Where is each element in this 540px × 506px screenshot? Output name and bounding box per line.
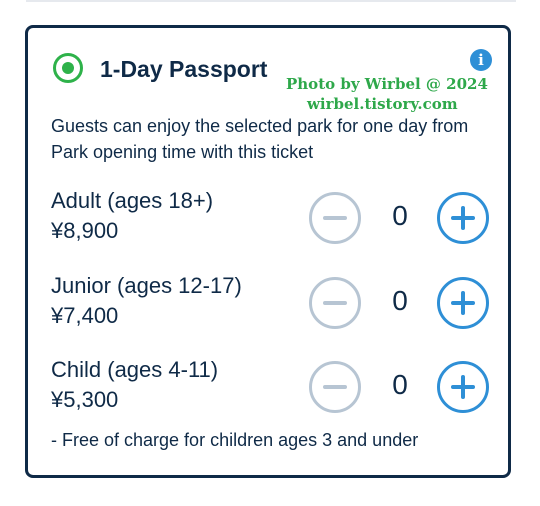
increment-button[interactable] [437,361,489,413]
plus-icon-vertical [461,375,465,399]
minus-icon [323,216,347,220]
ticket-row-child: Child (ages 4-11) ¥5,300 0 [28,357,508,427]
ticket-label: Junior (ages 12-17) [51,273,242,298]
ticket-price: ¥5,300 [51,387,119,412]
passport-title: 1-Day Passport [100,56,268,82]
ticket-label: Child (ages 4-11) [51,357,219,382]
increment-button[interactable] [437,277,489,329]
decrement-button[interactable] [309,277,361,329]
free-children-note: - Free of charge for children ages 3 and… [51,430,419,450]
plus-icon-vertical [461,206,465,230]
ticket-price: ¥7,400 [51,303,119,328]
increment-button[interactable] [437,192,489,244]
minus-icon [323,301,347,305]
ticket-label: Adult (ages 18+) [51,188,214,213]
top-divider [26,0,516,2]
passport-card[interactable]: 1-Day Passport i Photo by Wirbel @ 2024 … [25,25,511,478]
radio-selected-dot [62,62,74,74]
quantity-value: 0 [392,369,408,400]
watermark-line-1: Photo by Wirbel @ 2024 [286,75,488,93]
ticket-row-junior: Junior (ages 12-17) ¥7,400 0 [28,273,508,343]
passport-radio-button[interactable] [53,53,83,83]
watermark-line-2: wirbel.tistory.com [307,95,458,113]
minus-icon [323,385,347,389]
ticket-price: ¥8,900 [51,218,119,243]
quantity-value: 0 [392,285,408,316]
info-icon[interactable]: i [470,49,492,71]
plus-icon-vertical [461,291,465,315]
passport-description: Guests can enjoy the selected park for o… [51,116,469,162]
decrement-button[interactable] [309,361,361,413]
ticket-row-adult: Adult (ages 18+) ¥8,900 0 [28,188,508,258]
decrement-button[interactable] [309,192,361,244]
quantity-value: 0 [392,200,408,231]
